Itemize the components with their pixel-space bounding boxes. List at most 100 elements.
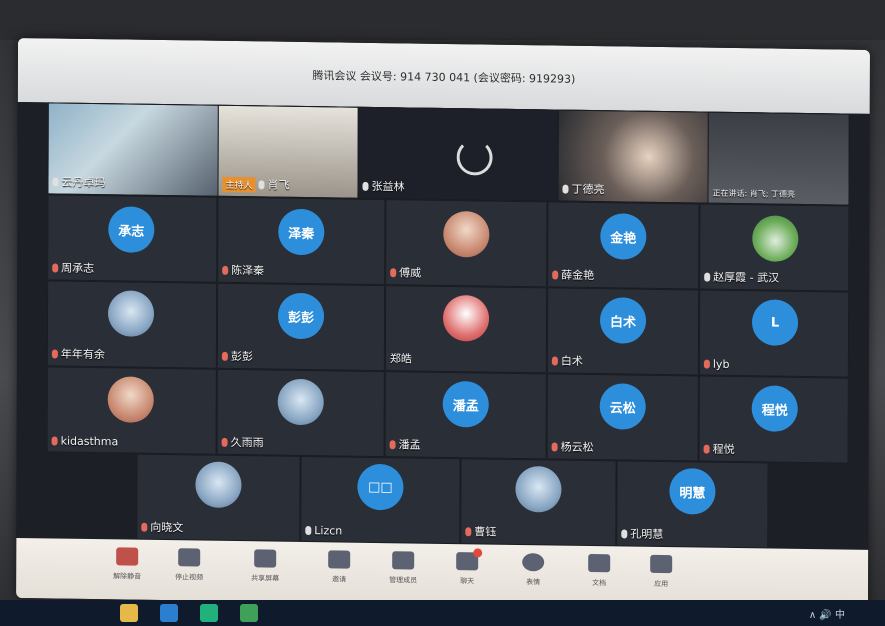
share-screen-icon bbox=[254, 549, 277, 568]
unmute-button[interactable]: 解除静音 bbox=[104, 547, 150, 582]
participant-name: 张益林 bbox=[371, 179, 405, 194]
participant-name: 孔明慧 bbox=[630, 527, 664, 542]
participant-name: 周承志 bbox=[61, 261, 95, 276]
participant-tile[interactable]: 泽秦 陈泽秦 bbox=[217, 196, 386, 286]
unread-badge bbox=[473, 548, 483, 558]
participant-tile[interactable]: 赵厚霞 - 武汉 bbox=[699, 203, 850, 292]
emoji-icon bbox=[522, 553, 545, 572]
mic-icon bbox=[362, 181, 369, 191]
participant-tile[interactable]: 傅威 bbox=[385, 199, 548, 288]
mic-muted-icon bbox=[51, 349, 58, 359]
participant-tile[interactable]: 云松 杨云松 bbox=[546, 373, 699, 462]
participant-name: kidasthma bbox=[60, 434, 119, 449]
participant-name: 薛金艳 bbox=[561, 268, 595, 283]
participant-name: 杨云松 bbox=[560, 440, 594, 455]
participant-name: lyb bbox=[712, 357, 730, 371]
participant-name: 郑皓 bbox=[389, 352, 412, 366]
participant-tile[interactable]: 明慧 孔明慧 bbox=[616, 460, 769, 549]
participant-tile[interactable]: 金艳 薛金艳 bbox=[547, 201, 700, 290]
participant-name: 潘孟 bbox=[398, 438, 421, 452]
mic-icon bbox=[562, 184, 569, 194]
mic-icon bbox=[621, 529, 628, 539]
participant-tile[interactable]: 程悦 程悦 bbox=[698, 375, 849, 464]
meeting-window: 腾讯会议 会议号: 914 730 041 (会议密码: 919293) 云丹卓… bbox=[16, 38, 870, 610]
participant-name: 赵厚霞 - 武汉 bbox=[713, 270, 780, 285]
participant-tile[interactable]: 主持人 肖飞 bbox=[217, 104, 360, 199]
mic-muted-icon bbox=[703, 444, 710, 454]
mic-muted-icon bbox=[51, 436, 58, 446]
participant-name: 年年有余 bbox=[60, 347, 105, 362]
participant-tile[interactable]: kidasthma bbox=[46, 366, 217, 455]
taskbar-app-icon[interactable] bbox=[240, 604, 258, 622]
avatar: 彭彭 bbox=[277, 292, 325, 340]
participant-tile[interactable]: 云丹卓玛 bbox=[47, 102, 220, 197]
mic-muted-icon bbox=[703, 359, 710, 369]
emoji-button[interactable]: 表情 bbox=[510, 553, 556, 588]
participant-name: 曹钰 bbox=[474, 525, 497, 539]
mic-muted-icon bbox=[221, 351, 228, 361]
participant-tile[interactable]: 张益林 bbox=[357, 106, 560, 202]
avatar-photo bbox=[443, 210, 490, 258]
avatar-photo bbox=[752, 215, 799, 262]
participant-name: 向晓文 bbox=[150, 520, 184, 535]
share-screen-button[interactable]: 共享屏幕 bbox=[242, 549, 288, 584]
manage-members-button[interactable]: 管理成员 bbox=[380, 551, 426, 586]
mic-icon bbox=[52, 177, 59, 187]
photo-frame: 腾讯会议 会议号: 914 730 041 (会议密码: 919293) 云丹卓… bbox=[0, 0, 885, 626]
avatar-photo bbox=[195, 461, 242, 509]
mic-muted-icon bbox=[389, 440, 396, 450]
title-bar: 腾讯会议 会议号: 914 730 041 (会议密码: 919293) bbox=[17, 38, 870, 114]
mic-muted-icon bbox=[52, 263, 59, 273]
avatar: 云松 bbox=[599, 383, 646, 430]
members-icon bbox=[392, 551, 415, 570]
os-taskbar: ∧ 🔊 中 bbox=[0, 600, 885, 626]
invite-button[interactable]: 邀请 bbox=[316, 550, 362, 585]
avatar: 泽秦 bbox=[278, 208, 325, 256]
participant-tile[interactable]: 年年有余 bbox=[46, 280, 218, 369]
avatar: 明慧 bbox=[669, 468, 716, 515]
taskbar-app-icon[interactable] bbox=[120, 604, 138, 622]
invite-icon bbox=[328, 550, 351, 569]
avatar: 潘孟 bbox=[442, 380, 489, 428]
participant-name: 云丹卓玛 bbox=[61, 175, 106, 190]
participant-tile[interactable]: 承志 周承志 bbox=[47, 194, 218, 283]
participant-name: 彭彭 bbox=[230, 349, 253, 364]
participant-tile[interactable]: L lyb bbox=[698, 289, 850, 378]
stop-video-button[interactable]: 停止视频 bbox=[166, 548, 212, 583]
mic-icon bbox=[704, 272, 711, 282]
mic-muted-icon bbox=[551, 356, 558, 366]
participant-tile[interactable]: 正在讲话: 肖飞; 丁德亮 bbox=[707, 111, 850, 206]
participant-name: 白术 bbox=[560, 354, 583, 368]
participant-tile[interactable]: 向晓文 bbox=[136, 453, 301, 542]
avatar-photo bbox=[442, 294, 490, 342]
participant-name: 久雨雨 bbox=[230, 435, 264, 450]
taskbar-app-icon[interactable] bbox=[160, 604, 178, 622]
document-button[interactable]: 文档 bbox=[576, 553, 622, 589]
participant-tile[interactable]: 彭彭 彭彭 bbox=[216, 282, 386, 372]
participant-name: 肖飞 bbox=[267, 178, 290, 192]
video-icon bbox=[178, 548, 201, 567]
participant-tile[interactable]: 久雨雨 bbox=[216, 368, 385, 458]
participant-tile[interactable]: 潘孟 潘孟 bbox=[384, 371, 547, 460]
system-tray[interactable]: ∧ 🔊 中 bbox=[809, 606, 845, 621]
avatar: 金艳 bbox=[600, 213, 647, 260]
participant-tile[interactable]: 曹钰 bbox=[460, 458, 617, 547]
avatar-photo bbox=[107, 376, 154, 423]
participant-name: 正在讲话: 肖飞; 丁德亮 bbox=[712, 188, 795, 199]
participant-tile[interactable]: 丁德亮 bbox=[557, 109, 710, 204]
mic-muted-icon bbox=[465, 527, 472, 537]
participant-tile[interactable]: 郑皓 bbox=[384, 285, 548, 374]
avatar-photo bbox=[107, 290, 155, 337]
loading-spinner bbox=[456, 139, 493, 176]
participant-name: Lizcn bbox=[314, 524, 343, 538]
apps-button[interactable]: 应用 bbox=[638, 554, 684, 590]
participant-tile[interactable]: □□ Lizcn bbox=[300, 455, 461, 545]
mic-muted-icon bbox=[390, 268, 397, 278]
meeting-title: 腾讯会议 会议号: 914 730 041 (会议密码: 919293) bbox=[312, 69, 576, 86]
document-icon bbox=[588, 553, 611, 573]
chat-button[interactable]: 聊天 bbox=[444, 548, 490, 587]
taskbar-app-icon[interactable] bbox=[200, 604, 218, 622]
mic-muted-icon bbox=[552, 270, 559, 280]
avatar: 承志 bbox=[108, 206, 155, 253]
participant-tile[interactable]: 白术 白术 bbox=[546, 287, 700, 376]
